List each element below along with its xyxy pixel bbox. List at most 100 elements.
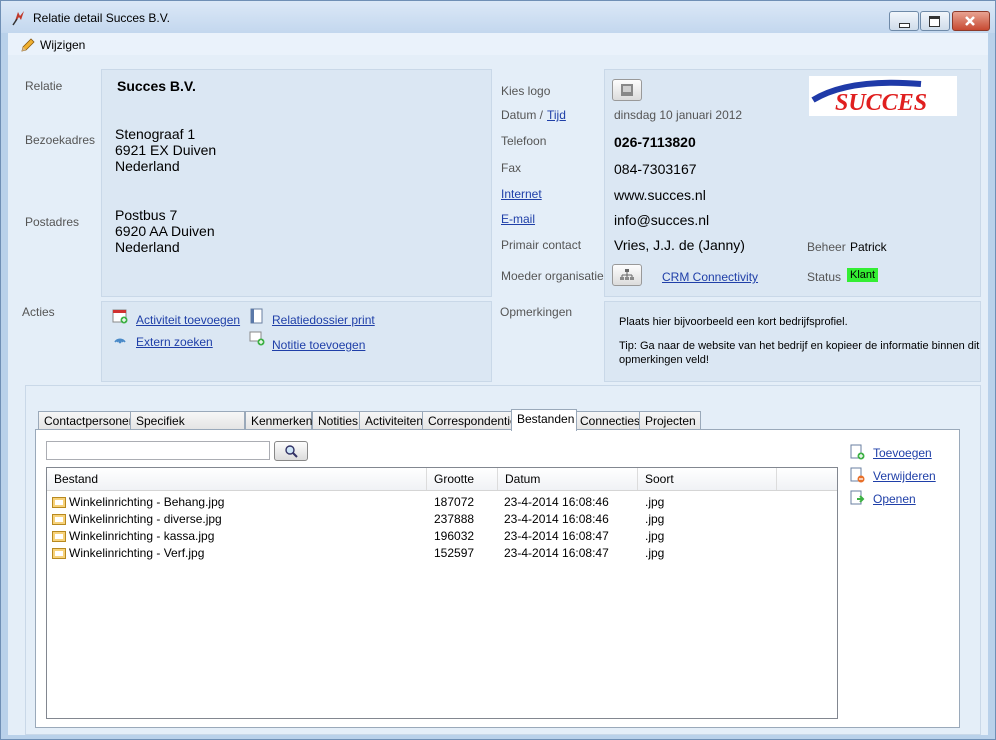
tab-label: Activiteiten bbox=[365, 414, 424, 428]
remove-file-button[interactable]: Verwijderen bbox=[849, 467, 949, 483]
network-search-icon bbox=[114, 338, 126, 344]
internet-value: www.succes.nl bbox=[614, 187, 706, 203]
minimize-icon bbox=[899, 23, 910, 28]
tab-projecten[interactable]: Projecten bbox=[639, 411, 701, 430]
remarks-line2: Tip: Ga naar de website van het bedrijf … bbox=[619, 340, 980, 352]
file-name: Winkelinrichting - diverse.jpg bbox=[69, 512, 222, 526]
fax-label: Fax bbox=[501, 161, 522, 175]
maximize-button[interactable] bbox=[920, 11, 950, 31]
internet-link[interactable]: Internet bbox=[501, 187, 542, 201]
column-header-bestand[interactable]: Bestand bbox=[47, 468, 427, 490]
column-header-grootte[interactable]: Grootte bbox=[427, 468, 498, 490]
file-search-input[interactable] bbox=[46, 441, 270, 460]
tab-label: Correspondentie bbox=[428, 414, 517, 428]
files-grid[interactable]: Bestand Grootte Datum Soort Winkelinrich… bbox=[46, 467, 838, 719]
org-chart-icon bbox=[620, 269, 634, 280]
column-header-soort[interactable]: Soort bbox=[638, 468, 777, 490]
window-title: Relatie detail Succes B.V. bbox=[33, 11, 170, 25]
beheer-value: Patrick bbox=[850, 240, 887, 254]
tab-kenmerken[interactable]: Kenmerken bbox=[245, 411, 312, 430]
tab-bestanden[interactable]: Bestanden bbox=[511, 409, 577, 431]
file-name: Winkelinrichting - kassa.jpg bbox=[69, 529, 215, 543]
open-file-button[interactable]: Openen bbox=[849, 490, 949, 506]
fax-value: 084-7303167 bbox=[614, 161, 697, 177]
file-add-icon bbox=[850, 444, 865, 460]
menu-bar: Wijzigen bbox=[8, 33, 988, 55]
file-type: .jpg bbox=[645, 546, 665, 560]
tab-activiteiten[interactable]: Activiteiten bbox=[359, 411, 424, 430]
note-add-icon bbox=[249, 331, 265, 346]
file-size: 196032 bbox=[434, 529, 475, 543]
table-row[interactable]: Winkelinrichting - Verf.jpg 152597 23-4-… bbox=[47, 545, 837, 562]
remarks-line1: Plaats hier bijvoorbeeld een kort bedrij… bbox=[619, 316, 848, 328]
file-size: 237888 bbox=[434, 512, 475, 526]
column-header-datum[interactable]: Datum bbox=[498, 468, 638, 490]
column-label: Soort bbox=[645, 472, 674, 486]
tab-label: Bestanden bbox=[517, 412, 575, 426]
minimize-button[interactable] bbox=[889, 11, 919, 31]
email-link[interactable]: E-mail bbox=[501, 212, 535, 226]
file-type: .jpg bbox=[645, 495, 665, 509]
image-file-icon bbox=[52, 497, 66, 508]
dossier-print-link[interactable]: Relatiedossier print bbox=[272, 313, 375, 327]
maximize-icon bbox=[929, 16, 940, 27]
status-label: Status bbox=[807, 270, 842, 284]
image-file-icon bbox=[52, 548, 66, 559]
relation-name: Succes B.V. bbox=[117, 78, 196, 94]
file-date: 23-4-2014 16:08:47 bbox=[504, 546, 609, 560]
datum-label: Datum / bbox=[501, 108, 544, 122]
telefoon-label: Telefoon bbox=[501, 134, 547, 148]
tab-notities[interactable]: Notities bbox=[312, 411, 362, 430]
file-name: Winkelinrichting - Verf.jpg bbox=[69, 546, 205, 560]
opmerkingen-label: Opmerkingen bbox=[500, 305, 573, 319]
acties-label: Acties bbox=[22, 305, 55, 319]
postal-address-line1: Postbus 7 bbox=[115, 207, 178, 223]
logo-wordmark: SUCCES bbox=[835, 90, 927, 116]
tab-label: Contactpersonen bbox=[44, 414, 136, 428]
edit-menu-label: Wijzigen bbox=[40, 38, 86, 52]
file-type: .jpg bbox=[645, 529, 665, 543]
visit-address-line1: Stenograaf 1 bbox=[115, 126, 196, 142]
tijd-link[interactable]: Tijd bbox=[547, 108, 566, 122]
moeder-organisatie-link[interactable]: CRM Connectivity bbox=[662, 270, 758, 284]
close-button[interactable] bbox=[952, 11, 990, 31]
details-panel: SUCCES dinsdag 10 januari 2012 026-71138… bbox=[604, 69, 981, 297]
primair-contact-label: Primair contact bbox=[501, 238, 582, 252]
tab-correspondentie[interactable]: Correspondentie bbox=[422, 411, 517, 430]
tab-connecties[interactable]: Connecties bbox=[574, 411, 640, 430]
moeder-organisatie-label: Moeder organisatie bbox=[501, 269, 604, 283]
tab-specifiek-relatieprofiel[interactable]: Specifiek relatieprofiel bbox=[130, 411, 245, 446]
add-file-button[interactable]: Toevoegen bbox=[849, 444, 949, 460]
edit-menu-item[interactable]: Wijzigen bbox=[20, 37, 85, 53]
column-label: Datum bbox=[505, 472, 541, 486]
visit-address-line2: 6921 EX Duiven bbox=[115, 142, 217, 158]
remarks-line3: opmerkingen veld! bbox=[619, 354, 709, 366]
search-icon bbox=[285, 445, 298, 458]
title-bar[interactable]: Relatie detail Succes B.V. bbox=[1, 1, 995, 33]
primair-contact-value: Vries, J.J. de (Janny) bbox=[614, 237, 745, 253]
files-grid-header: Bestand Grootte Datum Soort bbox=[47, 468, 837, 491]
remarks-panel[interactable]: Plaats hier bijvoorbeeld een kort bedrij… bbox=[604, 301, 981, 382]
tab-label: Connecties bbox=[580, 414, 641, 428]
note-add-link[interactable]: Notitie toevoegen bbox=[272, 338, 365, 352]
tab-label: Projecten bbox=[645, 414, 696, 428]
parent-org-button[interactable] bbox=[612, 264, 642, 286]
tab-label: Notities bbox=[318, 414, 359, 428]
tab-contactpersonen[interactable]: Contactpersonen bbox=[38, 411, 137, 430]
print-dossier-icon bbox=[250, 308, 263, 324]
file-name: Winkelinrichting - Behang.jpg bbox=[69, 495, 225, 509]
table-row[interactable]: Winkelinrichting - kassa.jpg 196032 23-4… bbox=[47, 528, 837, 545]
file-open-icon bbox=[850, 490, 865, 505]
choose-logo-button[interactable] bbox=[612, 79, 642, 101]
logo-picker-icon bbox=[621, 84, 633, 96]
table-row[interactable]: Winkelinrichting - Behang.jpg 187072 23-… bbox=[47, 494, 837, 511]
file-type: .jpg bbox=[645, 512, 665, 526]
file-search-button[interactable] bbox=[274, 441, 308, 461]
status-badge: Klant bbox=[847, 268, 879, 282]
window: Relatie detail Succes B.V. Wijzigen Rela… bbox=[0, 0, 996, 740]
actions-panel: Activiteit toevoegen Extern zoeken Relat… bbox=[101, 301, 492, 382]
telefoon-value: 026-7113820 bbox=[614, 134, 696, 150]
external-search-link[interactable]: Extern zoeken bbox=[136, 335, 213, 349]
table-row[interactable]: Winkelinrichting - diverse.jpg 237888 23… bbox=[47, 511, 837, 528]
activity-add-link[interactable]: Activiteit toevoegen bbox=[136, 313, 240, 327]
